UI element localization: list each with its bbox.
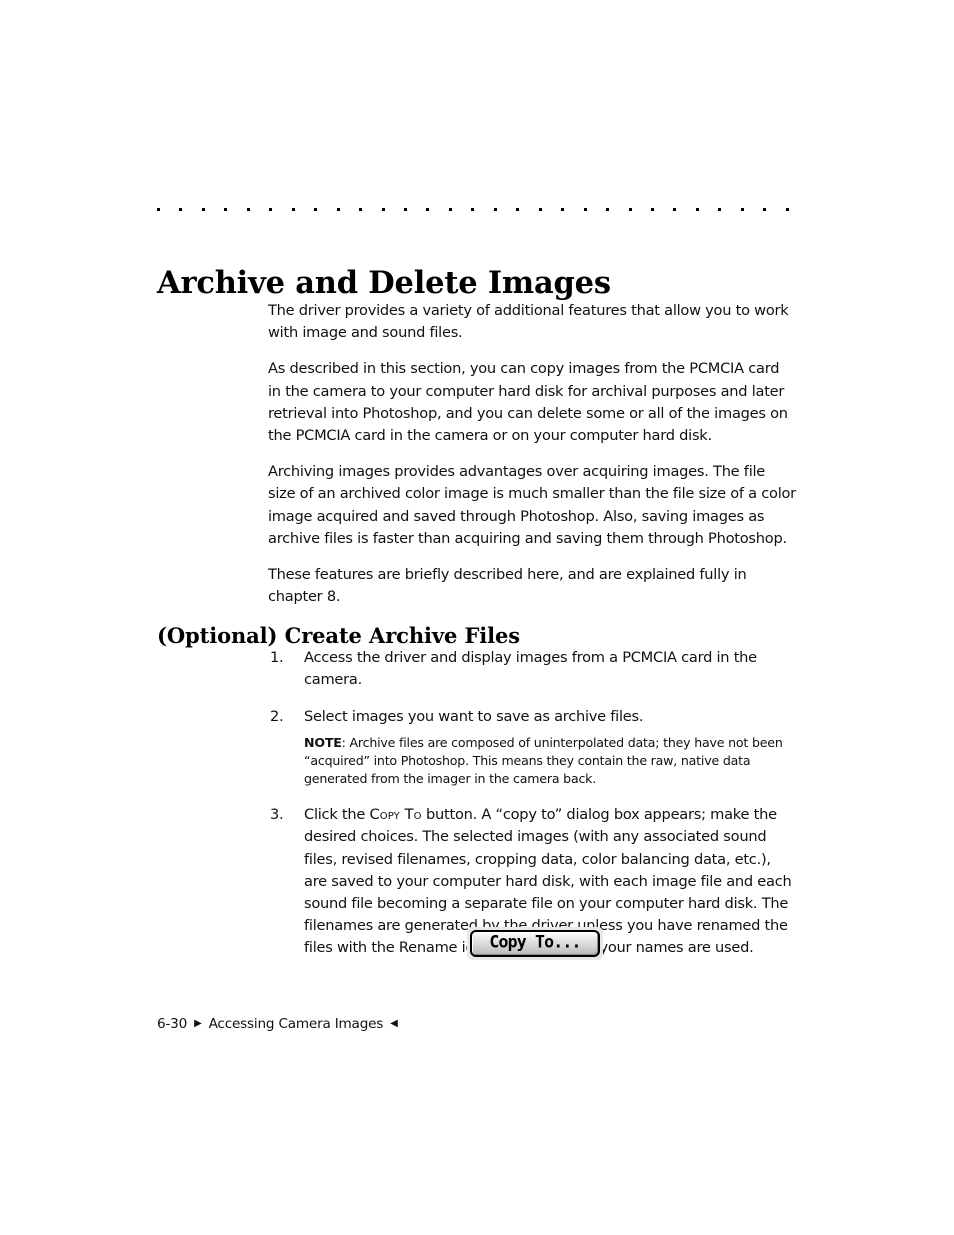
rule-dot: [381, 207, 385, 211]
step-text: Select images you want to save as archiv…: [304, 708, 644, 726]
rule-dot: [336, 207, 340, 211]
button-name-reference: Copy To: [369, 806, 422, 824]
rule-dot: [673, 207, 677, 211]
dotted-rule-decoration: [157, 206, 789, 212]
rule-dot: [426, 207, 430, 211]
rule-dot: [516, 207, 520, 211]
rule-dot: [538, 207, 542, 211]
step-text: Access the driver and display images fro…: [304, 649, 757, 689]
copy-to-button-label: Copy To...: [489, 932, 581, 952]
list-item: 2. Select images you want to save as arc…: [268, 706, 798, 728]
page-title: Archive and Delete Images: [157, 265, 611, 302]
rule-dot: [269, 207, 273, 211]
rule-dot: [179, 207, 183, 211]
triangle-right-icon: ▶: [194, 1017, 202, 1029]
paragraph-1: The driver provides a variety of additio…: [268, 302, 789, 342]
intro-paragraph-block: The driver provides a variety of additio…: [268, 300, 796, 622]
rule-dot: [201, 207, 205, 211]
note-text: Archive files are composed of uninterpol…: [304, 734, 783, 787]
paragraph-2: As described in this section, you can co…: [268, 360, 788, 445]
rule-dot: [157, 207, 160, 211]
footer-page-number: 6-30: [157, 1016, 188, 1032]
paragraph-4: These features are briefly described her…: [268, 566, 747, 606]
step-text-before: Click the: [304, 806, 370, 824]
rule-dot: [763, 207, 767, 211]
note-label: NOTE: [304, 734, 342, 750]
step-number: 1.: [270, 649, 284, 666]
note-block: NOTE: Archive files are composed of unin…: [304, 734, 798, 789]
rule-dot: [561, 207, 565, 211]
footer-section-name: Accessing Camera Images: [208, 1016, 384, 1032]
rule-dot: [583, 207, 587, 211]
rule-dot: [785, 207, 789, 211]
rule-dot: [291, 207, 295, 211]
rule-dot: [606, 207, 610, 211]
rule-dot: [448, 207, 452, 211]
rule-dot: [718, 207, 722, 211]
rule-dot: [493, 207, 497, 211]
rule-dot: [695, 207, 699, 211]
section-subheading: (Optional) Create Archive Files: [157, 623, 521, 649]
copy-to-button-surround: Copy To...: [467, 927, 603, 960]
rule-dot: [740, 207, 744, 211]
manual-page: Archive and Delete Images The driver pro…: [0, 0, 954, 1235]
rule-dot: [314, 207, 318, 211]
rule-dot: [246, 207, 250, 211]
procedure-list: 1. Access the driver and display images …: [268, 647, 798, 975]
copy-to-button[interactable]: Copy To...: [470, 930, 600, 957]
rule-dot: [224, 207, 228, 211]
paragraph-3: Archiving images provides advantages ove…: [268, 463, 796, 547]
rule-dot: [628, 207, 632, 211]
page-footer: 6-30 ▶ Accessing Camera Images ◀: [157, 1016, 398, 1032]
rule-dot: [471, 207, 475, 211]
triangle-left-icon: ◀: [390, 1017, 398, 1029]
rule-dot: [403, 207, 407, 211]
step-number: 3.: [270, 806, 284, 824]
rule-dot: [359, 207, 363, 211]
note-separator: :: [341, 734, 350, 750]
list-item: 1. Access the driver and display images …: [268, 647, 798, 691]
step-number: 2.: [270, 708, 284, 726]
rule-dot: [650, 207, 654, 211]
